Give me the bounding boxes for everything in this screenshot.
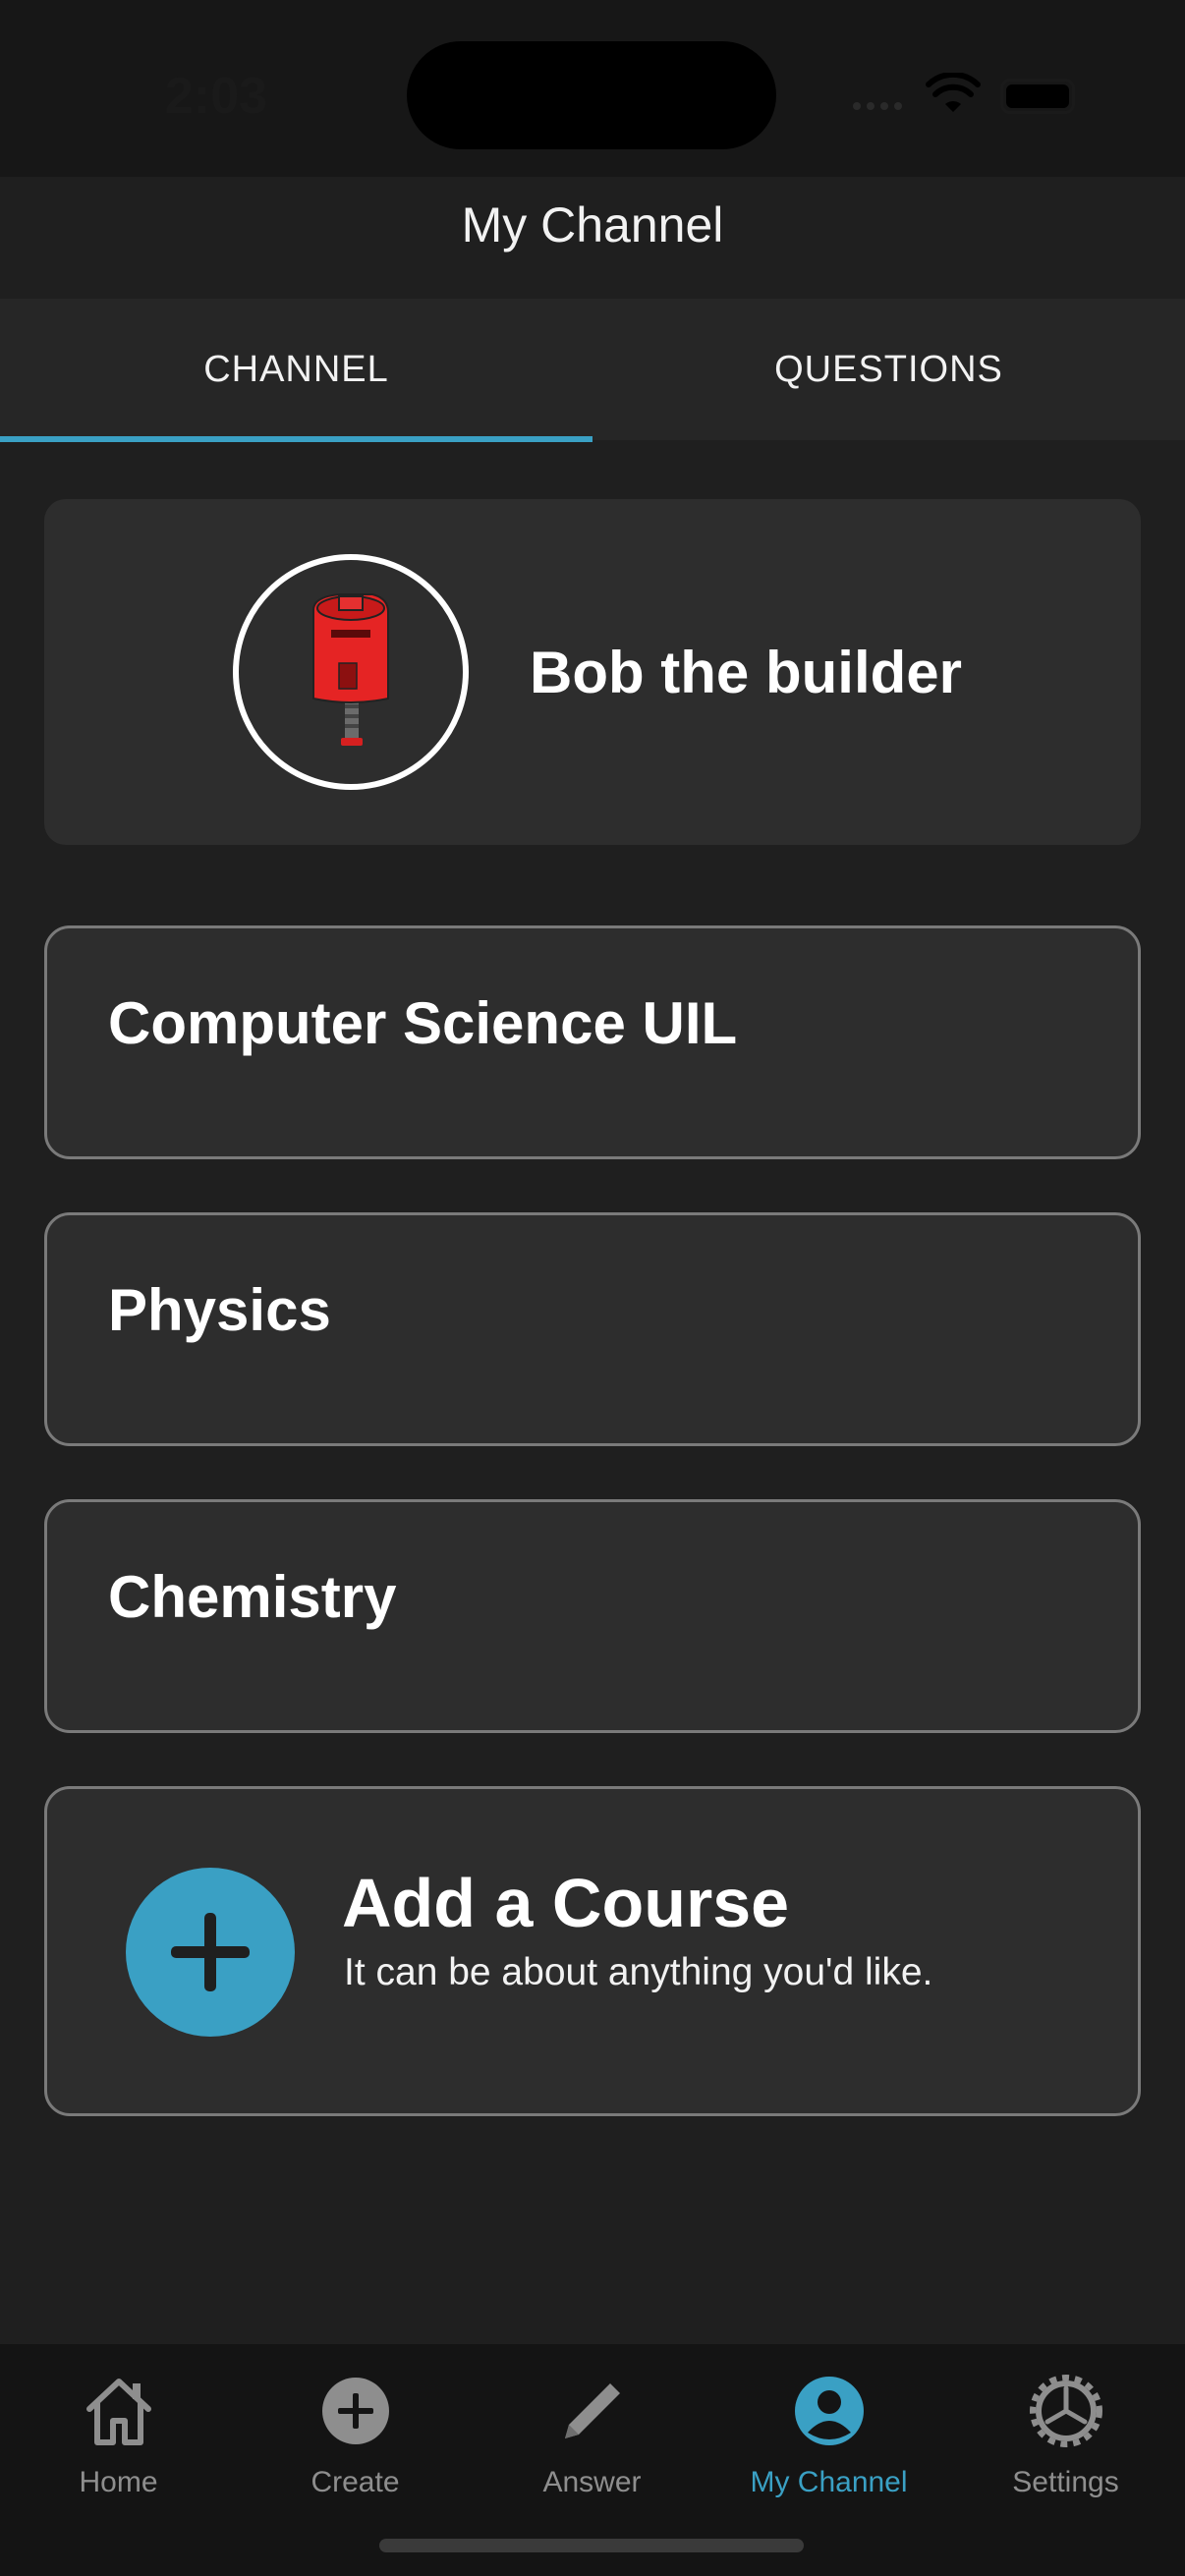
status-time: 2:03: [165, 68, 268, 125]
tabbar-item-my-channel[interactable]: My Channel: [710, 2370, 947, 2517]
tabbar-item-answer[interactable]: Answer: [474, 2370, 710, 2517]
status-bar: 2:03 My Channel: [0, 0, 1185, 252]
battery-icon: [1000, 79, 1075, 114]
page-title: My Channel: [461, 197, 724, 252]
gear-icon: [1029, 2375, 1102, 2447]
add-course-button[interactable]: Add a Course It can be about anything yo…: [44, 1786, 1141, 2116]
profile-card: Bob the builder: [44, 499, 1141, 845]
active-tab-indicator: [0, 436, 592, 442]
tabbar-label: Answer: [542, 2466, 642, 2498]
home-icon: [85, 2379, 151, 2445]
home-indicator[interactable]: [379, 2539, 804, 2552]
cellular-signal-icon: [853, 102, 902, 110]
channel-tabs: CHANNEL QUESTIONS: [0, 299, 1185, 442]
profile-name: Bob the builder: [530, 639, 962, 705]
plus-circle-icon: [321, 2378, 389, 2444]
tabbar-item-home[interactable]: Home: [0, 2370, 237, 2517]
tabbar-label: Create: [310, 2466, 400, 2498]
user-circle-icon: [794, 2377, 864, 2445]
course-title: Computer Science UIL: [108, 990, 738, 1056]
pencil-icon: [564, 2383, 620, 2438]
add-course-subtitle: It can be about anything you'd like.: [344, 1951, 933, 1993]
course-card[interactable]: Physics: [44, 1212, 1141, 1446]
tabbar-label: My Channel: [750, 2466, 908, 2498]
tab-questions[interactable]: QUESTIONS: [592, 299, 1185, 440]
dynamic-island: [407, 41, 776, 149]
wifi-icon: [926, 73, 981, 112]
course-card[interactable]: Chemistry: [44, 1499, 1141, 1733]
plus-icon: [171, 1913, 250, 1991]
course-card[interactable]: Computer Science UIL: [44, 925, 1141, 1159]
tabbar-item-create[interactable]: Create: [237, 2370, 474, 2517]
tabbar-label: Settings: [1012, 2466, 1119, 2498]
course-title: Chemistry: [108, 1564, 397, 1630]
add-course-title: Add a Course: [342, 1865, 790, 1941]
course-title: Physics: [108, 1277, 331, 1343]
mailbox-icon: [312, 593, 389, 746]
tab-channel[interactable]: CHANNEL: [0, 299, 592, 440]
tabbar-item-settings[interactable]: Settings: [947, 2370, 1184, 2517]
tabbar-label: Home: [79, 2466, 158, 2498]
avatar[interactable]: [233, 554, 469, 790]
add-course-circle: [126, 1868, 295, 2037]
